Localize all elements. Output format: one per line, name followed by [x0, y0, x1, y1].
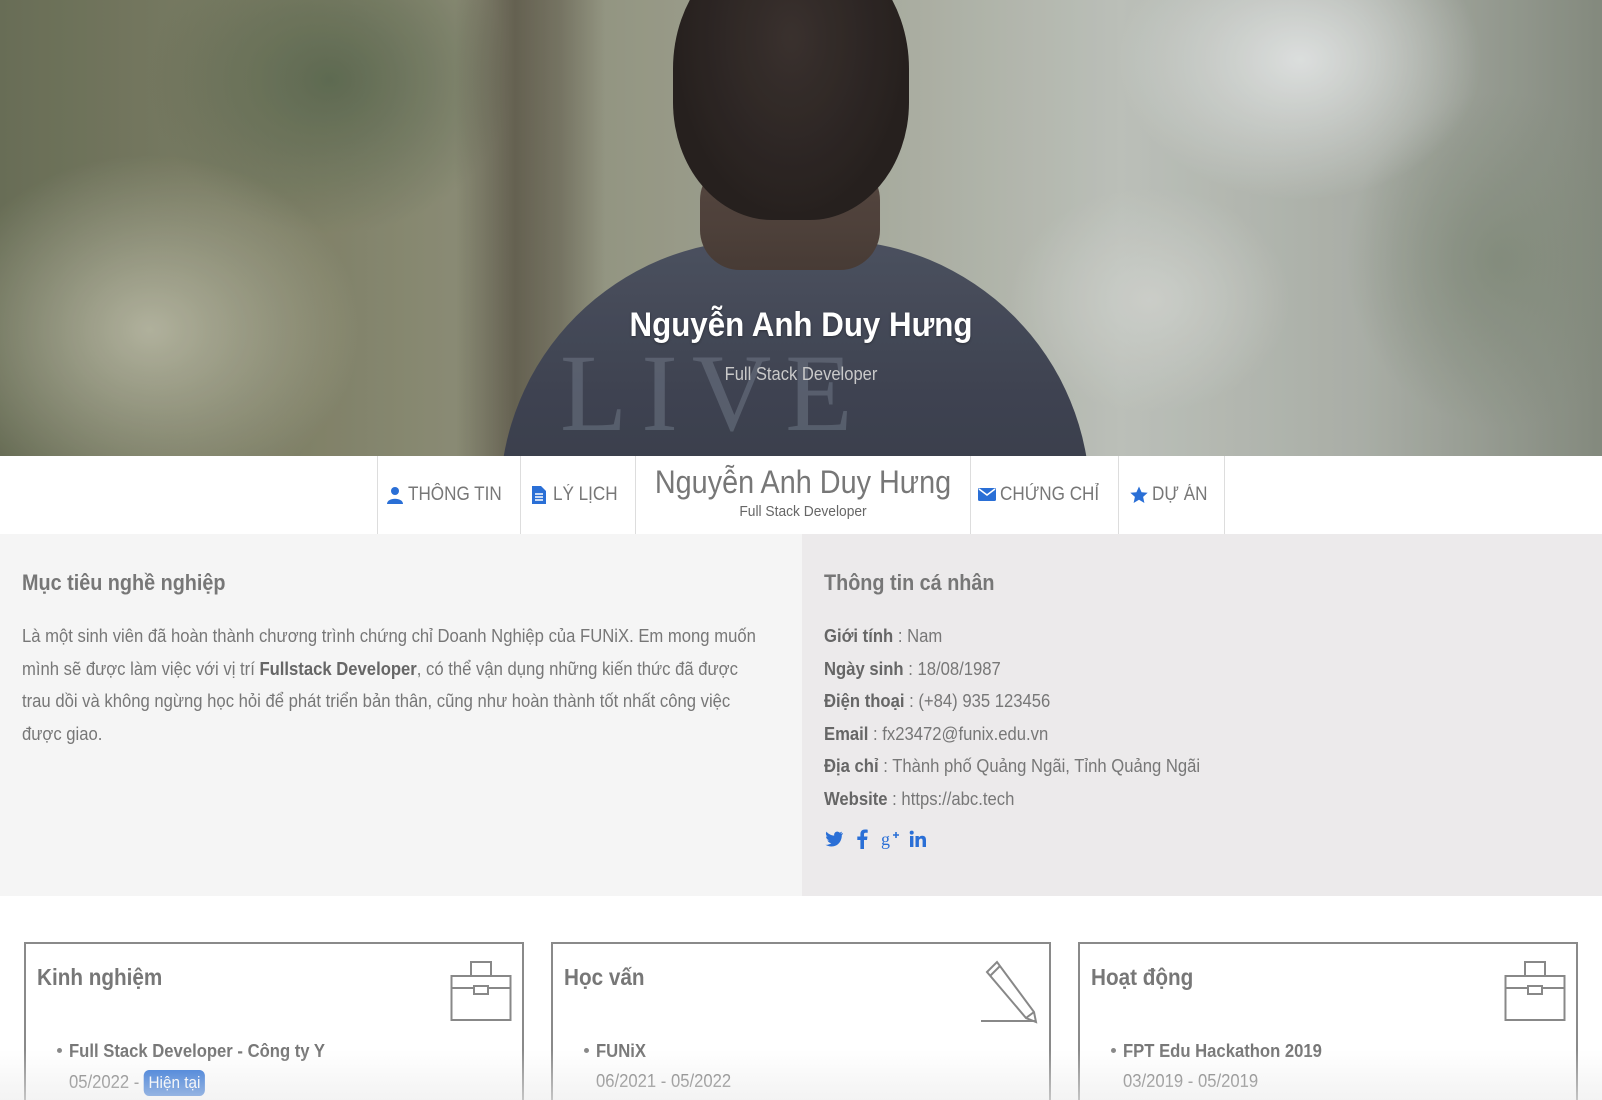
- file-icon: [531, 486, 549, 504]
- experience-card: Kinh nghiệm Full Stack Developer - Công …: [24, 942, 524, 1100]
- nav-brand[interactable]: Nguyễn Anh Duy Hưng Full Stack Developer: [635, 456, 970, 534]
- social-links: g: [824, 828, 928, 850]
- item-name: Full Stack Developer - Công ty Y: [69, 1040, 325, 1061]
- nav-label: CHỨNG CHỈ: [1000, 484, 1100, 505]
- item-date: 06/2021 - 05/2022: [596, 1070, 732, 1091]
- briefcase-icon: [450, 958, 512, 1027]
- objective-highlight: Fullstack Developer: [259, 657, 417, 679]
- info-email: Email : fx23472@funix.edu.vn: [824, 722, 1049, 744]
- info-gender: Giới tính : Nam: [824, 625, 943, 646]
- activities-card: Hoạt động FPT Edu Hackathon 2019 03/2019…: [1078, 942, 1578, 1100]
- nav-item-thong-tin[interactable]: THÔNG TIN: [377, 456, 520, 534]
- current-badge: Hiện tại: [143, 1070, 205, 1096]
- nav-label: THÔNG TIN: [407, 484, 502, 505]
- brand-name: Nguyễn Anh Duy Hưng: [654, 464, 952, 500]
- svg-text:g: g: [881, 829, 890, 849]
- list-item: Full Stack Developer - Công ty Y 05/2022…: [57, 1040, 353, 1096]
- item-date: 03/2019 - 05/2019: [1123, 1070, 1259, 1091]
- nav-item-du-an[interactable]: DỰ ÁN: [1118, 456, 1225, 534]
- hero-title: Full Stack Developer: [724, 364, 878, 384]
- personal-heading: Thông tin cá nhân: [824, 570, 995, 595]
- facebook-icon[interactable]: [852, 828, 872, 850]
- list-item: FPT Edu Hackathon 2019 03/2019 - 05/2019: [1111, 1040, 1344, 1092]
- envelope-icon: [978, 486, 997, 504]
- personal-info-section: Thông tin cá nhân Giới tính : Nam Ngày s…: [802, 534, 1602, 896]
- info-website: Website : https://abc.tech: [824, 787, 1015, 809]
- card-title: Hoạt động: [1091, 964, 1194, 990]
- career-objective-section: Mục tiêu nghề nghiệp Là một sinh viên đã…: [0, 534, 802, 896]
- nav-label: DỰ ÁN: [1151, 484, 1208, 505]
- objective-text: Là một sinh viên đã hoàn thành chương tr…: [22, 625, 756, 744]
- info-address: Địa chỉ : Thành phố Quảng Ngãi, Tỉnh Quả…: [824, 755, 1201, 776]
- nav-item-chung-chi[interactable]: CHỨNG CHỈ: [970, 456, 1118, 534]
- item-date: 05/2022 - Hiện tại: [69, 1070, 325, 1096]
- google-plus-icon[interactable]: g: [880, 828, 900, 850]
- pencil-icon: [981, 958, 1039, 1029]
- brand-title: Full Stack Developer: [739, 503, 867, 520]
- card-title: Kinh nghiệm: [37, 964, 163, 990]
- item-name: FPT Edu Hackathon 2019: [1123, 1040, 1322, 1061]
- list-item: FUNiX 06/2021 - 05/2022: [584, 1040, 746, 1092]
- briefcase-icon: [1504, 958, 1566, 1027]
- star-icon: [1129, 486, 1148, 504]
- main-nav: THÔNG TIN LÝ LỊCH Nguyễn Anh Duy Hưng Fu…: [0, 456, 1602, 534]
- card-title: Học vấn: [564, 964, 645, 990]
- nav-item-ly-lich[interactable]: LÝ LỊCH: [520, 456, 635, 534]
- hero-banner: LIVE Nguyễn Anh Duy Hưng Full Stack Deve…: [0, 0, 1602, 456]
- user-icon: [386, 486, 404, 504]
- item-name: FUNiX: [596, 1040, 646, 1061]
- twitter-icon[interactable]: [824, 828, 844, 850]
- info-phone: Điện thoại : (+84) 935 123456: [824, 690, 1051, 711]
- education-card: Học vấn FUNiX 06/2021 - 05/2022: [551, 942, 1051, 1100]
- info-birthday: Ngày sinh : 18/08/1987: [824, 657, 1001, 679]
- objective-heading: Mục tiêu nghề nghiệp: [22, 570, 226, 595]
- linkedin-icon[interactable]: [908, 828, 928, 850]
- nav-label: LÝ LỊCH: [553, 484, 618, 505]
- hero-name: Nguyễn Anh Duy Hưng: [629, 306, 973, 344]
- personal-info-list: Giới tính : Nam Ngày sinh : 18/08/1987 Đ…: [824, 620, 1242, 815]
